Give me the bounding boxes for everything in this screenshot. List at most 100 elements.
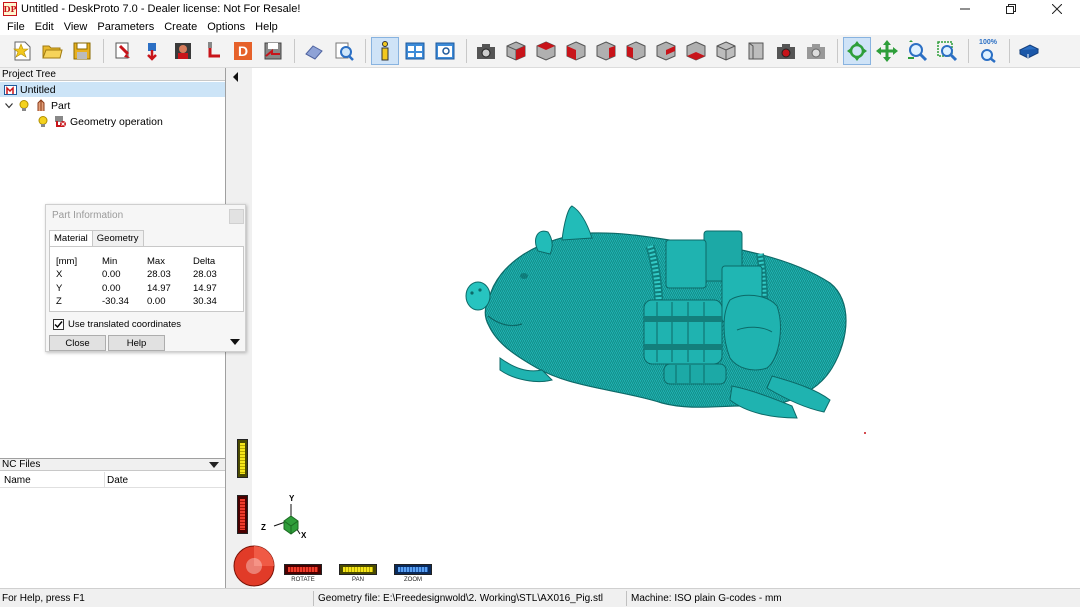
minimize-icon bbox=[960, 8, 970, 10]
zoom-100-button[interactable]: 100% bbox=[974, 37, 1002, 65]
menu-options[interactable]: Options bbox=[202, 21, 250, 33]
row-x-delta: 28.03 bbox=[193, 269, 217, 280]
help-book-icon bbox=[1018, 44, 1040, 59]
lightbulb-icon[interactable] bbox=[17, 99, 31, 112]
title-bar: DP Untitled - DeskProto 7.0 - Dealer lic… bbox=[0, 0, 1080, 18]
dropdown-arrow-icon[interactable] bbox=[209, 462, 219, 469]
menu-parameters[interactable]: Parameters bbox=[92, 21, 159, 33]
pan-arrows-icon bbox=[876, 40, 898, 62]
pan-mode-button[interactable] bbox=[873, 37, 901, 65]
cube-gray-icon bbox=[716, 41, 736, 61]
save-nc-button[interactable] bbox=[259, 37, 287, 65]
axis-label-x: X bbox=[301, 531, 307, 540]
snapshot-gray-button[interactable] bbox=[802, 37, 830, 65]
pan-slider[interactable] bbox=[339, 564, 377, 575]
view-gray-1-button[interactable] bbox=[712, 37, 740, 65]
menu-help[interactable]: Help bbox=[250, 21, 283, 33]
tab-material[interactable]: Material bbox=[49, 230, 93, 247]
view-bottom-button[interactable] bbox=[682, 37, 710, 65]
pig-model[interactable] bbox=[252, 68, 1080, 588]
menu-edit[interactable]: Edit bbox=[30, 21, 59, 33]
column-name[interactable]: Name bbox=[4, 475, 31, 486]
tree-item-label: Part bbox=[51, 99, 71, 112]
zoom-100-icon bbox=[981, 49, 996, 63]
erase-button[interactable] bbox=[300, 37, 328, 65]
tree-item-geometry-operation[interactable]: Geometry operation bbox=[36, 114, 163, 129]
rotate-slider-vertical[interactable] bbox=[237, 495, 248, 534]
view-front-button[interactable] bbox=[562, 37, 590, 65]
nc-files-title: NC Files bbox=[2, 459, 41, 470]
main-toolbar: D 100% bbox=[0, 35, 1080, 68]
row-x-min: 0.00 bbox=[102, 269, 121, 280]
operation-error-icon bbox=[53, 115, 67, 128]
menu-bar: File Edit View Parameters Create Options… bbox=[0, 18, 1080, 35]
save-button[interactable] bbox=[68, 37, 96, 65]
menu-file[interactable]: File bbox=[2, 21, 30, 33]
camera-gray-icon bbox=[807, 44, 825, 59]
window-search-icon bbox=[435, 42, 455, 60]
tree-item-label: Untitled bbox=[20, 83, 56, 96]
help-button[interactable]: Help bbox=[108, 335, 165, 351]
preview-button[interactable] bbox=[330, 37, 358, 65]
row-z-axis: Z bbox=[56, 296, 62, 307]
wizard-button[interactable] bbox=[109, 37, 137, 65]
close-window-button[interactable] bbox=[1034, 0, 1080, 18]
translated-coordinates-checkbox[interactable] bbox=[53, 319, 64, 330]
bitmap-button[interactable] bbox=[169, 37, 197, 65]
pan-slider-vertical[interactable] bbox=[237, 439, 248, 478]
view-iso-button[interactable] bbox=[502, 37, 530, 65]
operation-button[interactable]: D bbox=[229, 37, 257, 65]
rotate-mode-button[interactable] bbox=[843, 37, 871, 65]
open-button[interactable] bbox=[38, 37, 66, 65]
checkmark-icon bbox=[54, 321, 63, 329]
grid-window-icon bbox=[405, 42, 425, 60]
zoom-mode-button[interactable] bbox=[903, 37, 931, 65]
restore-icon bbox=[1006, 4, 1016, 14]
app-icon: DP bbox=[3, 2, 17, 16]
toolpath-button[interactable] bbox=[199, 37, 227, 65]
dialog-close-button[interactable] bbox=[229, 209, 244, 224]
view-back-button[interactable] bbox=[592, 37, 620, 65]
load-part-button[interactable] bbox=[139, 37, 167, 65]
rotate-slider[interactable] bbox=[284, 564, 322, 575]
view-right-button[interactable] bbox=[652, 37, 680, 65]
operation-d-icon: D bbox=[234, 42, 252, 60]
toolbar-separator bbox=[466, 39, 467, 63]
tree-item-project[interactable]: Untitled bbox=[0, 82, 225, 97]
column-date[interactable]: Date bbox=[107, 475, 128, 486]
header-max: Max bbox=[147, 256, 165, 267]
camera-button[interactable] bbox=[472, 37, 500, 65]
zoom-slider[interactable] bbox=[394, 564, 432, 575]
tab-geometry[interactable]: Geometry bbox=[91, 230, 144, 246]
view-top-button[interactable] bbox=[532, 37, 560, 65]
3d-viewport[interactable]: Y Z X ROTATE PAN ZOOM bbox=[233, 68, 1080, 588]
magnifier-page-icon bbox=[335, 42, 354, 61]
snapshot-button[interactable] bbox=[772, 37, 800, 65]
collapse-arrow-icon[interactable] bbox=[232, 72, 240, 82]
close-button[interactable]: Close bbox=[49, 335, 106, 351]
camera-icon bbox=[477, 44, 495, 59]
rotate-dial[interactable] bbox=[232, 542, 276, 588]
new-button[interactable] bbox=[8, 37, 36, 65]
restore-button[interactable] bbox=[988, 0, 1034, 18]
expand-arrow-icon[interactable] bbox=[230, 339, 240, 346]
new-file-icon bbox=[13, 41, 31, 61]
chevron-down-icon[interactable] bbox=[4, 99, 14, 112]
view-left-button[interactable] bbox=[622, 37, 650, 65]
menu-create[interactable]: Create bbox=[159, 21, 202, 33]
help-book-button[interactable] bbox=[1015, 37, 1043, 65]
layout-button[interactable] bbox=[401, 37, 429, 65]
lightbulb-icon[interactable] bbox=[36, 115, 50, 128]
nc-files-header: NC Files bbox=[0, 458, 225, 471]
view-settings-button[interactable] bbox=[431, 37, 459, 65]
minimize-button[interactable] bbox=[942, 0, 988, 18]
translated-coordinates-option[interactable]: Use translated coordinates bbox=[53, 319, 181, 330]
menu-view[interactable]: View bbox=[59, 21, 93, 33]
tree-item-part[interactable]: Part bbox=[4, 98, 70, 113]
cube-top-icon bbox=[536, 41, 556, 61]
part-info-button[interactable] bbox=[371, 37, 399, 65]
zoom-window-button[interactable] bbox=[933, 37, 961, 65]
header-min: Min bbox=[102, 256, 118, 267]
axis-triad: Y Z X bbox=[256, 494, 308, 542]
view-gray-2-button[interactable] bbox=[742, 37, 770, 65]
